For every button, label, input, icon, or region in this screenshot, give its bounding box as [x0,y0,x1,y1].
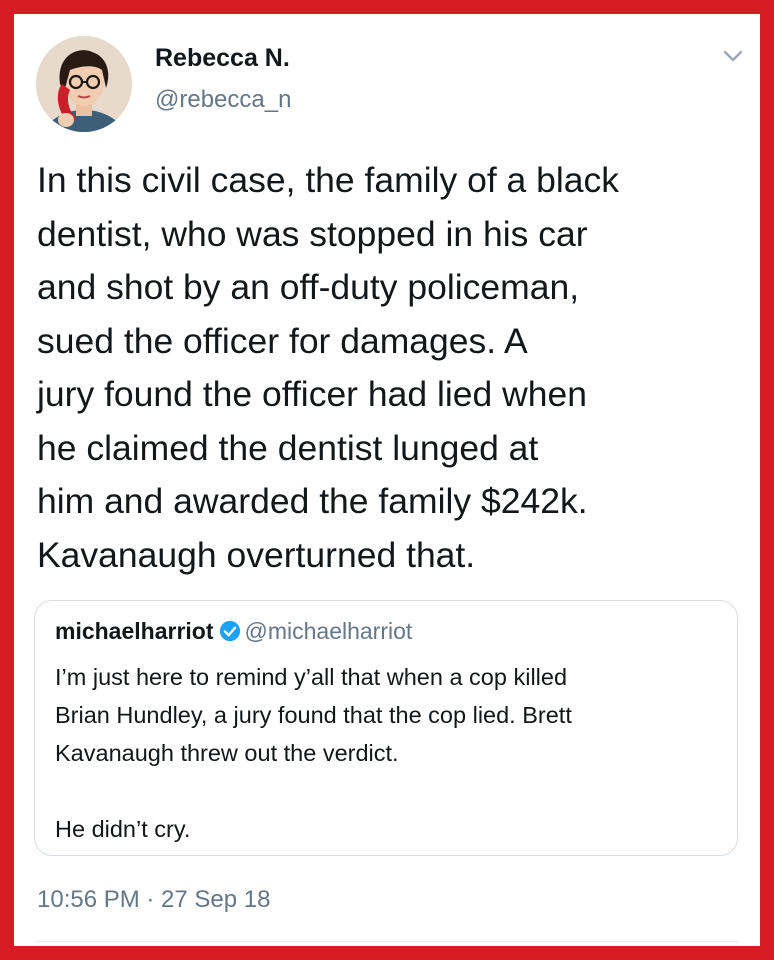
user-handle[interactable]: @rebecca_n [155,86,291,114]
quoted-display-name: michaelharriot [55,618,214,644]
quoted-handle: @michaelharriot [244,618,413,644]
tweet-text: In this civil case, the family of a blac… [37,160,620,575]
verified-badge-icon [219,620,240,642]
divider [36,941,738,942]
tweet-timestamp[interactable]: 10:56 PM · 27 Sep 18 [37,886,270,914]
avatar-icon [36,36,132,132]
tweet-card: Rebecca N. @rebecca_n In this civil case… [14,14,760,946]
quoted-tweet-header: michaelharriot @michaelharriot [55,618,412,645]
quoted-tweet[interactable]: michaelharriot @michaelharriot I’m just … [34,600,738,856]
display-name[interactable]: Rebecca N. [155,44,290,73]
chevron-down-icon[interactable] [722,48,744,64]
quoted-tweet-text: I’m just here to remind y’all that when … [55,664,572,842]
avatar[interactable] [36,36,132,132]
